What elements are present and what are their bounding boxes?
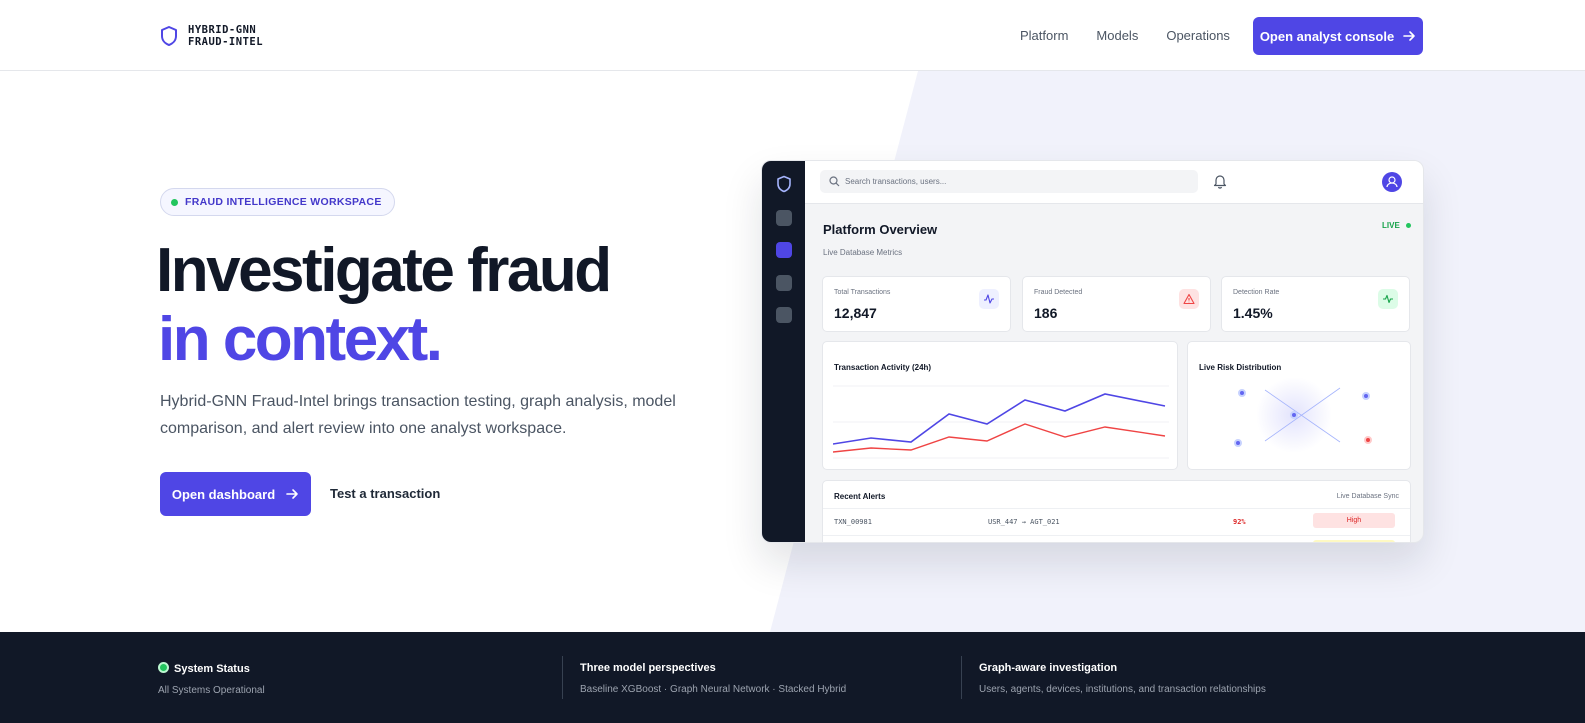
transaction-activity-card[interactable]: Transaction Activity (24h): [822, 341, 1178, 470]
sidebar-item-1[interactable]: [776, 210, 792, 226]
test-transaction-link[interactable]: Test a transaction: [330, 486, 440, 501]
stat-value: 186: [1034, 305, 1058, 321]
arrow-right-icon: [1403, 31, 1415, 41]
live-indicator: LIVE: [1382, 221, 1412, 230]
stat-label: Fraud Detected: [1034, 289, 1083, 296]
shield-icon: [161, 26, 177, 46]
main-nav: Platform Models Operations: [1020, 28, 1230, 43]
avatar-icon[interactable]: [1382, 172, 1402, 192]
console-button-label: Open analyst console: [1259, 28, 1395, 44]
badge-label: FRAUD INTELLIGENCE WORKSPACE: [185, 196, 382, 208]
stat-card-fraud-detected[interactable]: Fraud Detected 186: [1022, 276, 1211, 332]
dashboard-preview: Search transactions, users... Platform O…: [761, 160, 1424, 543]
risk-node-high: [1364, 436, 1372, 444]
alert-level-badge: High: [1313, 513, 1395, 528]
open-analyst-console-button[interactable]: Open analyst console: [1253, 17, 1423, 55]
system-status-title-text: System Status: [174, 663, 250, 675]
alert-route: USR_447 → AGT_021: [988, 518, 1060, 526]
stat-card-total-transactions[interactable]: Total Transactions 12,847: [822, 276, 1011, 332]
brand-logo[interactable]: HYBRID-GNN FRAUD-INTEL: [160, 24, 263, 48]
activity-line-chart: [833, 385, 1169, 459]
graph-investigation-column: Graph-aware investigation Users, agents,…: [979, 662, 1266, 695]
alert-level-badge: [1313, 540, 1395, 542]
bell-icon[interactable]: [1213, 173, 1227, 189]
live-label: LIVE: [1382, 221, 1400, 230]
open-dashboard-button[interactable]: Open dashboard: [160, 472, 311, 516]
risk-node: [1290, 411, 1298, 419]
model-perspectives-title: Three model perspectives: [580, 662, 716, 674]
brand-line-2: FRAUD-INTEL: [188, 36, 264, 48]
hero-title-line-1: Investigate fraud: [156, 236, 612, 305]
footer-divider: [562, 656, 563, 699]
search-icon: [829, 176, 840, 187]
stat-value: 12,847: [834, 305, 877, 321]
recent-alerts-card: Recent Alerts Live Database Sync TXN_009…: [822, 480, 1411, 542]
workspace-badge: FRAUD INTELLIGENCE WORKSPACE: [160, 188, 395, 216]
activity-title: Transaction Activity (24h): [834, 363, 932, 372]
risk-network-graph: [1234, 377, 1372, 453]
preview-search-input[interactable]: Search transactions, users...: [820, 170, 1198, 193]
alert-id: TXN_00981: [834, 518, 872, 526]
brand-line-1: HYBRID-GNN: [188, 24, 257, 36]
risk-node: [1362, 392, 1370, 400]
brand-name: HYBRID-GNN FRAUD-INTEL: [188, 24, 263, 48]
status-online-icon: [158, 662, 169, 673]
status-footer: System Status All Systems Operational Th…: [0, 632, 1585, 723]
nav-platform[interactable]: Platform: [1020, 28, 1068, 43]
live-dot-icon: [1406, 223, 1412, 229]
model-perspectives-text: Baseline XGBoost · Graph Neural Network …: [580, 684, 847, 695]
system-status-text: All Systems Operational: [158, 685, 265, 696]
preview-title: Platform Overview: [823, 222, 938, 237]
nav-models[interactable]: Models: [1096, 28, 1138, 43]
landing-page: HYBRID-GNN FRAUD-INTEL Platform Models O…: [0, 0, 1585, 723]
alert-row-partial: [823, 535, 1410, 542]
stat-label: Detection Rate: [1233, 289, 1280, 296]
arrow-right-icon: [286, 489, 298, 499]
risk-node: [1234, 439, 1242, 447]
model-perspectives-column: Three model perspectives Baseline XGBoos…: [580, 662, 846, 695]
alert-score: 92%: [1233, 518, 1246, 526]
alerts-sync-label: Live Database Sync: [1336, 493, 1399, 500]
sidebar-item-4[interactable]: [776, 307, 792, 323]
top-header: HYBRID-GNN FRAUD-INTEL Platform Models O…: [0, 0, 1585, 71]
preview-sidebar: [762, 161, 805, 542]
status-dot-icon: [171, 199, 178, 206]
alert-row[interactable]: TXN_00981 USR_447 → AGT_021 92% High: [823, 508, 1410, 535]
shield-icon: [777, 175, 791, 193]
alert-triangle-icon: [1179, 289, 1199, 309]
risk-title: Live Risk Distribution: [1199, 363, 1282, 372]
activity-icon: [979, 289, 999, 309]
graph-investigation-title: Graph-aware investigation: [979, 662, 1118, 674]
alerts-title: Recent Alerts: [834, 492, 886, 501]
nav-operations[interactable]: Operations: [1166, 28, 1230, 43]
activity-series-red: [833, 423, 1166, 453]
search-placeholder: Search transactions, users...: [845, 177, 947, 186]
pulse-icon: [1378, 289, 1398, 309]
stat-label: Total Transactions: [834, 289, 891, 296]
preview-subtitle: Live Database Metrics: [823, 248, 903, 257]
preview-topbar: Search transactions, users...: [805, 161, 1423, 204]
graph-investigation-text: Users, agents, devices, institutions, an…: [979, 684, 1266, 695]
hero-title-line-2: in context.: [158, 305, 443, 374]
stat-card-detection-rate[interactable]: Detection Rate 1.45%: [1221, 276, 1410, 332]
activity-series-blue: [833, 393, 1166, 445]
dashboard-button-label: Open dashboard: [171, 486, 276, 502]
footer-divider: [961, 656, 962, 699]
hero-description: Hybrid-GNN Fraud-Intel brings transactio…: [160, 393, 676, 437]
sidebar-item-3[interactable]: [776, 275, 792, 291]
system-status-column: System Status All Systems Operational: [158, 662, 265, 696]
system-status-title: System Status: [158, 662, 265, 675]
risk-node: [1238, 389, 1246, 397]
stat-value: 1.45%: [1233, 305, 1273, 321]
sidebar-item-2-active[interactable]: [776, 242, 792, 258]
risk-distribution-card[interactable]: Live Risk Distribution: [1187, 341, 1411, 470]
